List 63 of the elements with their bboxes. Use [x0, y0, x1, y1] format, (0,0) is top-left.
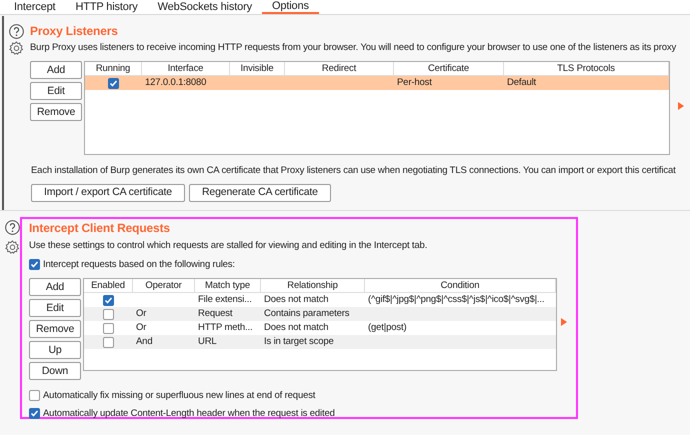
description-text: Each installation of Burp generates its own CA certificate that Proxy listeners can use when negotiating TLS connections. You can import or export this certificat [30, 166, 677, 176]
action-button[interactable]: Regenerate CA certificate [188, 184, 331, 202]
checkbox[interactable] [103, 336, 114, 348]
tab[interactable]: Intercept [4, 0, 66, 14]
table-cell-text: Does not match [263, 295, 330, 305]
help-icon[interactable] [5, 220, 20, 234]
table-cell-text: (^gif$|^jpg$|^png$|^css$|^js$|^ico$|^svg$|... [367, 295, 546, 305]
section-title: Intercept Client Requests [29, 222, 171, 236]
table-cell-text: And [135, 337, 154, 347]
checkbox[interactable] [29, 408, 40, 419]
scroll-arrow-icon[interactable] [678, 102, 684, 110]
table-cell-text: Or [135, 309, 148, 319]
column-header[interactable]: Interface [142, 62, 230, 75]
option-label: Automatically fix missing or superfluous new lines at end of request [43, 390, 316, 400]
section-title: Proxy Listeners [30, 25, 118, 37]
column-header[interactable]: Running [85, 62, 142, 75]
table-cell-text: Request [197, 309, 234, 319]
column-header[interactable]: Condition [365, 279, 556, 292]
column-header[interactable]: Relationship [261, 279, 365, 292]
option-label: Intercept requests based on the following rules: [43, 260, 235, 270]
action-button[interactable]: Edit [29, 299, 81, 317]
action-button[interactable]: Import / export CA certificate [31, 184, 185, 202]
settings-icon[interactable] [5, 240, 20, 254]
table-cell-text: (get|post) [367, 323, 408, 333]
table-cell-text: Or [135, 323, 148, 333]
table-cell-text: Is in target scope [263, 337, 335, 347]
column-header[interactable]: TLS Protocols [504, 62, 669, 75]
action-button[interactable]: Edit [30, 82, 82, 100]
action-button[interactable]: Remove [29, 320, 81, 338]
column-header[interactable]: Operator [133, 279, 195, 292]
column-header[interactable]: Invisible [230, 62, 285, 75]
column-header[interactable]: Certificate [394, 62, 504, 75]
checkbox[interactable] [108, 78, 119, 88]
action-button[interactable]: Down [29, 362, 81, 380]
table-cell-text: HTTP meth... [197, 323, 254, 333]
column-header[interactable]: Redirect [285, 62, 394, 75]
tab[interactable]: HTTP history [65, 0, 148, 14]
action-button[interactable]: Up [29, 341, 81, 359]
table-cell-text: URL [197, 337, 218, 347]
settings-icon[interactable] [9, 40, 24, 56]
column-header[interactable]: Enabled [84, 279, 133, 292]
table-cell-text: 127.0.0.1:8080 [144, 78, 208, 88]
table-cell-text: Contains parameters [263, 309, 350, 319]
checkbox[interactable] [29, 390, 40, 401]
action-button[interactable]: Add [30, 61, 82, 79]
column-header[interactable]: Match type [195, 279, 261, 292]
table-cell-text: Default [506, 78, 538, 88]
scroll-arrow-icon[interactable] [561, 318, 567, 326]
table-cell-text: Does not match [263, 323, 330, 333]
checkbox[interactable] [103, 322, 114, 334]
tab[interactable]: WebSockets history [148, 0, 262, 14]
table-cell-text: File extensi... [197, 295, 253, 305]
checkbox[interactable] [103, 294, 114, 306]
help-icon[interactable] [9, 24, 24, 38]
tab[interactable]: Options [262, 0, 319, 14]
checkbox[interactable] [29, 259, 40, 270]
option-label: Automatically update Content-Length header when the request is edited [43, 408, 335, 418]
checkbox[interactable] [103, 308, 114, 320]
action-button[interactable]: Remove [30, 103, 82, 121]
description-text: Use these settings to control which requests are stalled for viewing and editing in the Intercept tab. [29, 240, 428, 250]
action-button[interactable]: Add [29, 278, 81, 296]
description-text: Burp Proxy uses listeners to receive incoming HTTP requests from your browser. You will need to configure your browser to use one of the listeners as its proxy [30, 43, 676, 53]
table-cell-text: Per-host [396, 78, 433, 88]
